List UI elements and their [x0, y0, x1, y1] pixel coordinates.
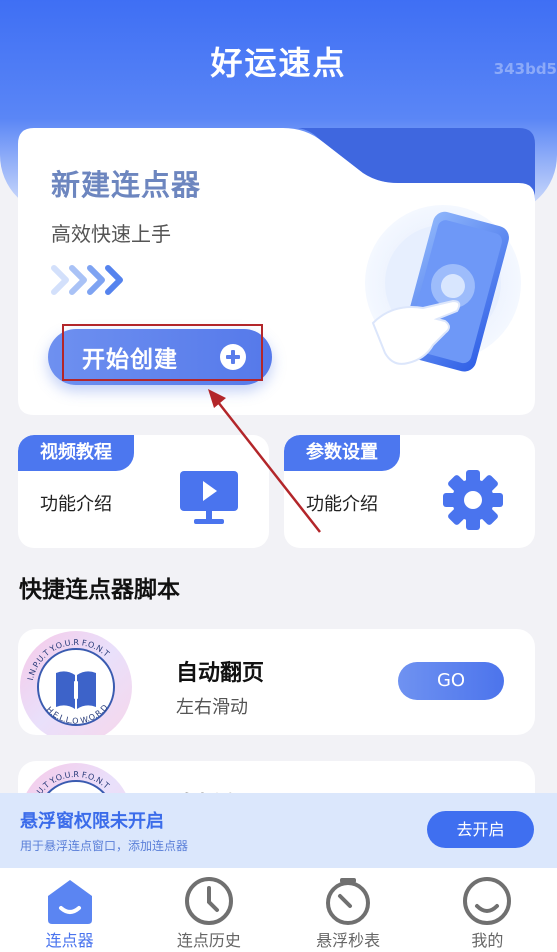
notice-subtitle: 用于悬浮连点窗口，添加连点器	[20, 839, 189, 853]
chevrons-icon	[51, 265, 123, 295]
book-badge-icon: I.N.P.U.T Y.O.U.R F.O.N.T H.E.L.L.O W.O.…	[20, 631, 132, 735]
tab-label: 连点器	[45, 931, 94, 950]
script-title: 自动翻页	[176, 661, 265, 686]
tab-click-history[interactable]: 连点历史	[139, 868, 278, 952]
script-item-auto-page[interactable]: I.N.P.U.T Y.O.U.R F.O.N.T H.E.L.L.O W.O.…	[18, 629, 535, 735]
tab-label: 悬浮秒表	[316, 931, 381, 950]
enable-permission-button[interactable]: 去开启	[427, 811, 534, 848]
parameter-settings-label: 功能介绍	[306, 494, 378, 515]
monitor-play-icon	[180, 471, 238, 524]
script-subtitle: 左右滑动	[176, 697, 248, 718]
tab-label: 连点历史	[176, 931, 241, 950]
video-tutorial-label: 功能介绍	[40, 494, 112, 515]
watermark-text: 343bd5	[493, 60, 557, 78]
go-button[interactable]: GO	[398, 662, 504, 700]
annotation-highlight-box	[62, 324, 263, 381]
tab-mine[interactable]: 我的	[418, 868, 557, 952]
hero-subtitle: 高效快速上手	[51, 222, 171, 246]
smile-icon	[463, 877, 512, 925]
video-tutorial-tab: 视频教程	[18, 435, 134, 471]
parameter-settings-tab: 参数设置	[284, 435, 400, 471]
page-title: 好运速点	[210, 44, 347, 82]
clock-icon	[184, 877, 233, 925]
gear-icon	[443, 470, 503, 530]
home-icon	[47, 880, 92, 924]
tab-floating-stopwatch[interactable]: 悬浮秒表	[279, 868, 418, 952]
hero-title: 新建连点器	[51, 168, 202, 202]
parameter-settings-card[interactable]: 参数设置 功能介绍	[284, 435, 535, 548]
notice-title: 悬浮窗权限未开启	[20, 811, 164, 832]
permission-notice-bar: 悬浮窗权限未开启 用于悬浮连点窗口，添加连点器 去开启	[0, 793, 557, 868]
tab-label: 我的	[471, 931, 504, 950]
stopwatch-icon	[326, 878, 371, 925]
phone-touch-illustration	[365, 205, 521, 372]
tab-clicker[interactable]: 连点器	[0, 868, 139, 952]
video-tutorial-card[interactable]: 视频教程 功能介绍	[18, 435, 269, 548]
scripts-section-title: 快捷连点器脚本	[19, 577, 180, 603]
bottom-tab-bar: 连点器 连点历史 悬浮秒表 我的	[0, 868, 557, 952]
